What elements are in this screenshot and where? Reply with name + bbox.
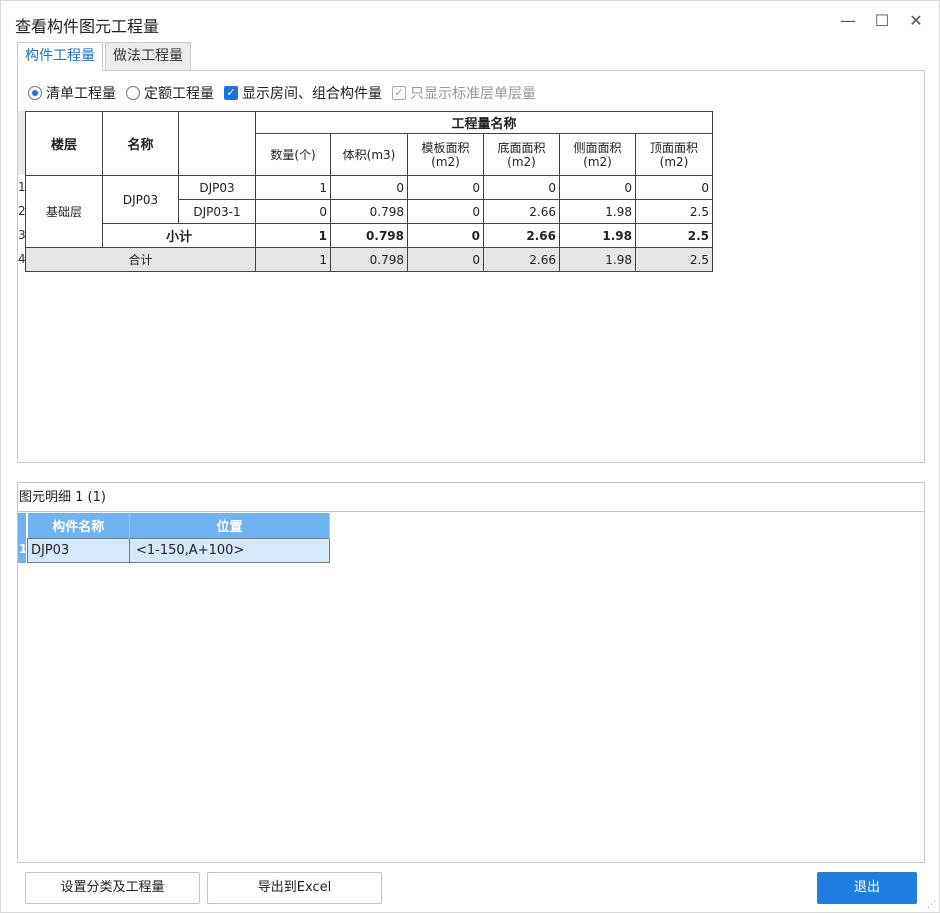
cell-value: 0 bbox=[407, 247, 484, 272]
tab-method-quantity[interactable]: 做法工程量 bbox=[105, 42, 191, 70]
cell-value: 0.798 bbox=[330, 223, 408, 248]
radio-quota-label: 定额工程量 bbox=[144, 86, 214, 102]
cell-value: 0 bbox=[483, 175, 560, 200]
options-bar: 清单工程量 定额工程量 ✓ 显示房间、组合构件量 ✓ 只显示标准层单层量 bbox=[28, 83, 546, 103]
maximize-button[interactable]: ☐ bbox=[870, 11, 894, 30]
cell-subtotal-label: 小计 bbox=[102, 223, 256, 248]
header-col: 模板面积(m2) bbox=[407, 133, 484, 176]
cell-value: 0 bbox=[407, 199, 484, 224]
header-quantity-group: 工程量名称 bbox=[255, 111, 713, 134]
checkbox-show-rooms[interactable]: ✓ 显示房间、组合构件量 bbox=[224, 83, 382, 103]
cell-value: 0.798 bbox=[330, 199, 408, 224]
header-col: 顶面面积(m2) bbox=[635, 133, 713, 176]
cell-value: 1 bbox=[255, 175, 331, 200]
cell-value: 2.5 bbox=[635, 199, 713, 224]
cell-value: 1.98 bbox=[559, 199, 636, 224]
detail-label: 图元明细 1 (1) bbox=[19, 490, 106, 505]
detail-table: 构件名称 位置 DJP03 <1-150,A+100> bbox=[27, 513, 330, 563]
cell-value: 0 bbox=[255, 199, 331, 224]
header-col: 数量(个) bbox=[255, 133, 331, 176]
cell-value: 0.798 bbox=[330, 247, 408, 272]
cell-value: 0 bbox=[559, 175, 636, 200]
radio-unchecked-icon bbox=[126, 86, 140, 100]
cell-sub: DJP03 bbox=[178, 175, 256, 200]
checkbox-standard-floor: ✓ 只显示标准层单层量 bbox=[392, 83, 536, 103]
cell-value: 2.66 bbox=[483, 199, 560, 224]
cell-total-label: 合计 bbox=[25, 247, 256, 272]
detail-cell-position[interactable]: <1-150,A+100> bbox=[129, 537, 330, 563]
cell-value: 0 bbox=[407, 223, 484, 248]
detail-cell-name[interactable]: DJP03 bbox=[27, 537, 130, 563]
classify-quantity-button[interactable]: 设置分类及工程量 bbox=[25, 872, 200, 904]
cell-value: 2.5 bbox=[635, 223, 713, 248]
cell-value: 0 bbox=[407, 175, 484, 200]
cell-value: 0 bbox=[330, 175, 408, 200]
cell-value: 1 bbox=[255, 247, 331, 272]
cell-value: 2.66 bbox=[483, 223, 560, 248]
cell-name: DJP03 bbox=[102, 175, 179, 224]
checkmark-icon: ✓ bbox=[392, 86, 406, 100]
cell-value: 1 bbox=[255, 223, 331, 248]
header-col: 体积(m3) bbox=[330, 133, 408, 176]
cell-value: 0 bbox=[635, 175, 713, 200]
divider bbox=[18, 511, 924, 512]
export-excel-button[interactable]: 导出到Excel bbox=[207, 872, 382, 904]
header-floor: 楼层 bbox=[25, 111, 103, 176]
header-name: 名称 bbox=[102, 111, 179, 176]
close-button[interactable]: ✕ bbox=[904, 11, 928, 30]
cell-value: 1.98 bbox=[559, 223, 636, 248]
tab-bar: 构件工程量 做法工程量 bbox=[17, 42, 193, 71]
checkmark-icon: ✓ bbox=[224, 86, 238, 100]
cell-value: 1.98 bbox=[559, 247, 636, 272]
detail-header-name: 构件名称 bbox=[27, 513, 130, 538]
radio-bill-quantity[interactable]: 清单工程量 bbox=[28, 83, 116, 103]
dialog-window: 查看构件图元工程量 — ☐ ✕ 构件工程量 做法工程量 清单工程量 定额工程量 … bbox=[0, 0, 940, 913]
header-col: 底面面积(m2) bbox=[483, 133, 560, 176]
quantity-table: 楼层 名称 工程量名称 数量(个) 体积(m3) 模板面积(m2) 底面面积(m… bbox=[25, 111, 713, 272]
detail-header-position: 位置 bbox=[129, 513, 330, 538]
header-col: 侧面面积(m2) bbox=[559, 133, 636, 176]
cell-value: 2.5 bbox=[635, 247, 713, 272]
window-title: 查看构件图元工程量 bbox=[15, 17, 160, 36]
tab-component-quantity[interactable]: 构件工程量 bbox=[17, 42, 103, 71]
table-row[interactable]: DJP03 <1-150,A+100> bbox=[27, 537, 330, 563]
checkbox-standard-floor-label: 只显示标准层单层量 bbox=[410, 86, 536, 102]
resize-grip-icon[interactable]: ⋰ bbox=[927, 900, 936, 910]
exit-button[interactable]: 退出 bbox=[817, 872, 917, 904]
checkbox-show-rooms-label: 显示房间、组合构件量 bbox=[242, 86, 382, 102]
cell-sub: DJP03-1 bbox=[178, 199, 256, 224]
radio-checked-icon bbox=[28, 86, 42, 100]
header-blank bbox=[178, 111, 256, 176]
cell-value: 2.66 bbox=[483, 247, 560, 272]
radio-quota-quantity[interactable]: 定额工程量 bbox=[126, 83, 214, 103]
cell-floor: 基础层 bbox=[25, 175, 103, 248]
minimize-button[interactable]: — bbox=[836, 11, 860, 30]
radio-bill-label: 清单工程量 bbox=[46, 86, 116, 102]
